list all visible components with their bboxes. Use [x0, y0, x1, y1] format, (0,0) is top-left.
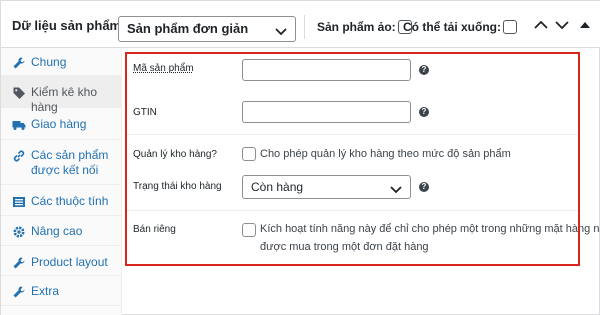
tab-extra[interactable]: Extra: [1, 276, 122, 306]
tab-product-layout[interactable]: Product layout: [1, 246, 122, 276]
truck-icon: [12, 118, 26, 132]
list-icon: [12, 195, 26, 209]
link-icon: [12, 149, 26, 163]
chevron-down-icon: [275, 24, 287, 39]
downloadable-option: Có thể tải xuống:: [403, 20, 517, 34]
product-data-tabs: Chung Kiểm kê kho hàng Giao hàng Các sản…: [1, 48, 122, 315]
wrench-icon: [12, 56, 26, 70]
tab-label: Các thuộc tính: [31, 194, 109, 208]
highlight-frame: [125, 52, 580, 266]
move-up-button[interactable]: [533, 18, 549, 32]
tag-icon: [12, 86, 26, 100]
tab-label: Nâng cao: [31, 224, 83, 238]
tab-label: Giao hàng: [31, 117, 87, 131]
chevron-up-icon: [534, 20, 548, 29]
caret-up-icon: [580, 22, 590, 28]
tab-label: Các sản phẩm được kết nối: [31, 148, 109, 177]
tab-inventory[interactable]: Kiểm kê kho hàng: [1, 76, 122, 114]
panel-header: Dữ liệu sản phẩm — Sản phẩm đơn giản Sản…: [1, 1, 600, 48]
virtual-option: Sản phẩm ảo:: [317, 20, 412, 34]
downloadable-label: Có thể tải xuống:: [403, 20, 501, 34]
wrench-icon: [12, 285, 26, 299]
header-divider: [304, 15, 305, 39]
product-type-select[interactable]: Sản phẩm đơn giản: [118, 16, 296, 42]
product-data-panel: Dữ liệu sản phẩm — Sản phẩm đơn giản Sản…: [0, 0, 600, 315]
tab-linked-products[interactable]: Các sản phẩm được kết nối: [1, 140, 122, 185]
tab-shipping[interactable]: Giao hàng: [1, 108, 122, 140]
downloadable-checkbox[interactable]: [503, 20, 517, 34]
tab-label: Product layout: [31, 255, 108, 269]
toggle-panel-button[interactable]: [577, 18, 593, 32]
wrench-icon: [12, 256, 26, 270]
tab-attributes[interactable]: Các thuộc tính: [1, 185, 122, 216]
chevron-down-icon: [555, 21, 569, 30]
tab-general[interactable]: Chung: [1, 48, 122, 76]
tab-label: Chung: [31, 55, 67, 69]
gear-icon: [12, 225, 26, 239]
tab-label: Extra: [31, 284, 60, 298]
product-type-value: Sản phẩm đơn giản: [127, 21, 249, 36]
move-down-button[interactable]: [554, 18, 570, 32]
virtual-label: Sản phẩm ảo:: [317, 20, 396, 34]
tab-advanced[interactable]: Nâng cao: [1, 216, 122, 246]
